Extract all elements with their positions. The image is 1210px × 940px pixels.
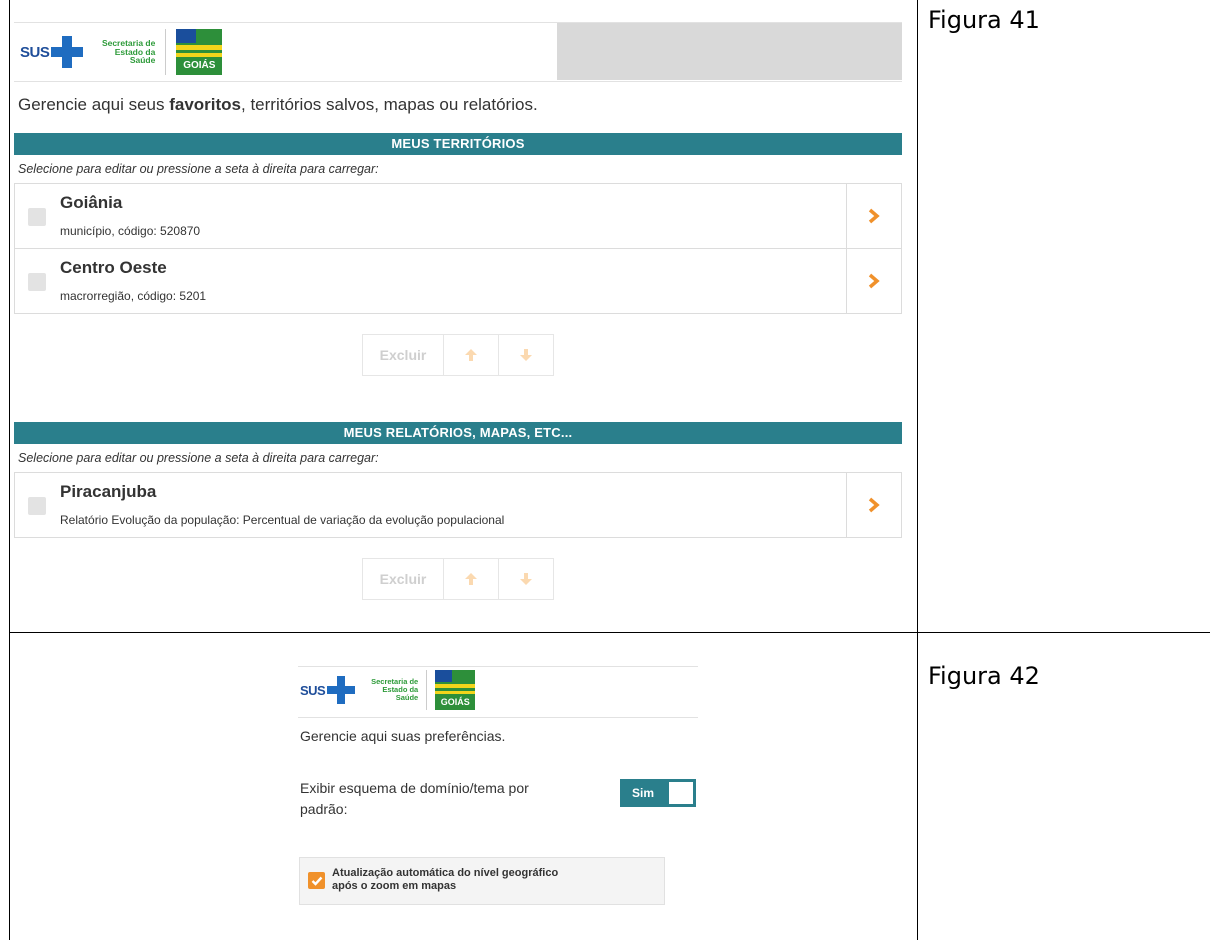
auto-update-option[interactable]: Atualização automática do nível geográfi… [299, 857, 665, 905]
item-checkbox[interactable] [28, 273, 46, 291]
sus-cross-icon [327, 676, 356, 704]
header-logo-bar: SUS Secretaria de Estado da Saúde GOIÁS [298, 666, 698, 718]
preferences-intro: Gerencie aqui suas preferências. [300, 728, 506, 744]
territories-list: Goiânia município, código: 520870 Centro… [14, 183, 902, 314]
goias-logo-text: GOIÁS [183, 60, 216, 71]
preferences-panel: SUS Secretaria de Estado da Saúde GOIÁS … [298, 666, 698, 936]
intro-prefix: Gerencie aqui seus [18, 95, 170, 114]
logo-divider [165, 29, 167, 75]
chevron-right-icon [868, 208, 880, 224]
domain-option-label: Exibir esquema de domínio/tema por padrã… [300, 780, 529, 817]
auto-update-checkbox[interactable] [308, 872, 325, 889]
table-border-left [9, 0, 10, 940]
arrow-down-icon [520, 349, 532, 361]
figure-41-label: Figura 41 [928, 6, 1040, 34]
load-arrow-button[interactable] [846, 473, 901, 537]
goias-logo: GOIÁS [176, 29, 223, 75]
secretaria-logo: Secretaria de Estado da Saúde [364, 678, 418, 702]
logo-divider [426, 670, 428, 710]
sus-cross-icon [51, 36, 84, 68]
intro-suffix: , territórios salvos, mapas ou relatório… [241, 95, 538, 114]
move-down-button[interactable] [499, 334, 554, 376]
delete-button[interactable]: Excluir [362, 558, 444, 600]
load-arrow-button[interactable] [846, 249, 901, 313]
reports-list: Piracanjuba Relatório Evolução da popula… [14, 472, 902, 538]
reports-hint: Selecione para editar ou pressione a set… [18, 451, 379, 465]
reports-actions: Excluir [14, 558, 902, 600]
toggle-value: Sim [631, 786, 654, 800]
item-subtitle: município, código: 520870 [60, 224, 201, 238]
move-down-button[interactable] [499, 558, 554, 600]
sus-logo-text: SUS [20, 43, 50, 61]
secretaria-line-3: Saúde [395, 692, 419, 702]
header-logo-bar: SUS Secretaria de Estado da Saúde GOIÁS [14, 22, 902, 82]
list-item[interactable]: Goiânia município, código: 520870 [14, 183, 902, 249]
item-title: Centro Oeste [60, 258, 167, 277]
secretaria-line-3: Saúde [129, 55, 156, 66]
delete-button[interactable]: Excluir [362, 334, 444, 376]
goias-logo-text: GOIÁS [440, 697, 470, 707]
move-up-button[interactable] [444, 558, 499, 600]
secretaria-logo: Secretaria de Estado da Saúde [93, 38, 156, 66]
favorites-panel: SUS Secretaria de Estado da Saúde GOIÁS … [14, 22, 902, 612]
toggle-knob [669, 782, 693, 804]
item-title: Goiânia [60, 193, 123, 212]
sus-logo-text: SUS [300, 682, 326, 698]
figure-42-label: Figura 42 [928, 662, 1040, 690]
reports-section-header: MEUS RELATÓRIOS, MAPAS, ETC... [14, 422, 902, 444]
arrow-up-icon [465, 573, 477, 585]
arrow-down-icon [520, 573, 532, 585]
item-checkbox[interactable] [28, 497, 46, 515]
auto-update-line-2: após o zoom em mapas [332, 880, 457, 892]
item-title: Piracanjuba [60, 482, 157, 501]
chevron-right-icon [868, 273, 880, 289]
item-checkbox[interactable] [28, 208, 46, 226]
auto-update-line-1: Atualização automática do nível geográfi… [332, 867, 559, 879]
domain-toggle[interactable]: Sim [620, 779, 696, 807]
territories-actions: Excluir [14, 334, 902, 376]
checkmark-icon [311, 876, 322, 886]
header-grey-area [557, 23, 902, 80]
logos: SUS Secretaria de Estado da Saúde GOIÁS [300, 670, 476, 710]
auto-update-label: Atualização automática do nível geográfi… [332, 867, 632, 893]
list-item[interactable]: Centro Oeste macrorregião, código: 5201 [14, 249, 902, 314]
logos: SUS Secretaria de Estado da Saúde GOIÁS [20, 29, 223, 75]
favorites-intro: Gerencie aqui seus favoritos, território… [18, 95, 902, 115]
territories-hint: Selecione para editar ou pressione a set… [18, 162, 379, 176]
table-border-row [9, 632, 1210, 633]
move-up-button[interactable] [444, 334, 499, 376]
load-arrow-button[interactable] [846, 184, 901, 248]
table-border-middle [917, 0, 918, 940]
item-subtitle: Relatório Evolução da população: Percent… [60, 513, 505, 527]
arrow-up-icon [465, 349, 477, 361]
territories-section-header: MEUS TERRITÓRIOS [14, 133, 902, 155]
item-subtitle: macrorregião, código: 5201 [60, 289, 207, 303]
intro-bold: favoritos [169, 95, 241, 114]
list-item[interactable]: Piracanjuba Relatório Evolução da popula… [14, 472, 902, 538]
chevron-right-icon [868, 497, 880, 513]
goias-logo: GOIÁS [435, 670, 476, 710]
